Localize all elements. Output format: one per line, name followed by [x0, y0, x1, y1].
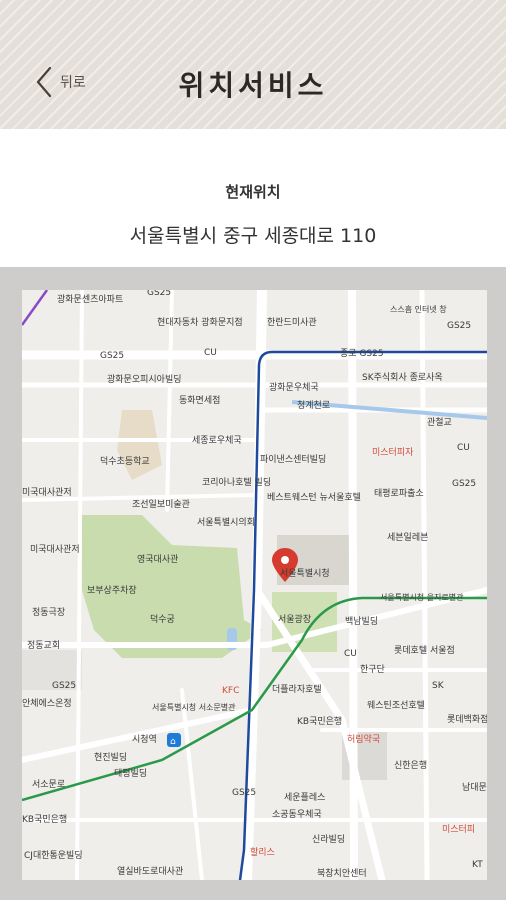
map-label: 광화문우체국: [269, 381, 319, 393]
map-label: GS25: [100, 351, 124, 361]
map-label: 미스터피자: [372, 447, 414, 458]
current-location-panel: 현재위치 서울특별시 중구 세종대로 110: [0, 129, 506, 267]
map-label: 미스터피: [442, 824, 475, 835]
map-label: CU: [204, 348, 217, 358]
map-label: 백남빌딩: [345, 616, 378, 627]
map-label: 덕수초등학교: [100, 456, 150, 467]
map-label: 광화문오피시아빌딩: [107, 373, 182, 385]
map-label: SK: [432, 681, 445, 691]
map-label: 광화문센츠아파트: [57, 293, 123, 305]
map-label: 태평빌딩: [114, 768, 147, 779]
map-label: 파이낸스센터빌딩: [260, 454, 326, 465]
map-label: 허림약국: [347, 733, 380, 745]
map-label: 롯데백화점: [447, 713, 487, 725]
map-label: 보부상주차장: [87, 584, 137, 596]
map-label: 정동극장: [32, 607, 65, 618]
map-label: 청계천로: [297, 399, 330, 411]
map-label: CU: [457, 443, 470, 453]
map-label: 북창치안센터: [317, 867, 367, 879]
map-label: 서울특별시청 을지로별관: [380, 592, 464, 602]
page-title: 위치서비스: [178, 69, 328, 102]
map-label: 할리스: [250, 847, 275, 858]
current-location-label: 현재위치: [225, 183, 281, 201]
map-label: 관철교: [427, 417, 452, 428]
map-label: 안체에스온정: [22, 698, 72, 709]
map-label: GS25: [232, 788, 256, 798]
map-label: 정동교회: [27, 640, 60, 651]
map-label: 더플라자호텔: [272, 683, 322, 695]
map-label: GS25: [147, 290, 171, 298]
map-label: 세운플레스: [284, 792, 325, 803]
map-label: 조선일보미술관: [132, 499, 190, 510]
map-label: 서울특별시의회: [197, 517, 255, 528]
map-label: 서울특별시청 서소문별관: [152, 702, 236, 712]
map-label: 종로 GS25: [340, 348, 384, 359]
map-label: 열실바도로대사관: [117, 866, 183, 877]
map-label: KB국민은행: [297, 715, 342, 727]
map-label: 한구단: [360, 664, 385, 675]
map-label: KFC: [222, 686, 239, 696]
map-label: 신한은행: [394, 759, 427, 771]
map-label: 세종로우체국: [192, 435, 242, 446]
map-label: 코리아나호텔 빌딩: [202, 476, 271, 488]
app-header: 뒤로 위치서비스: [0, 0, 506, 130]
map-label: 세븐일레븐: [387, 532, 428, 543]
subway-station-icon[interactable]: ⌂: [167, 733, 181, 747]
map-label: 소공동우체국: [272, 809, 322, 820]
map-label: KT: [472, 860, 483, 870]
svg-text:⌂: ⌂: [170, 737, 176, 747]
map-view[interactable]: ⌂ 광화문센츠아파트 현대자동차 광화문지점 한란드미사관 GS25 스스흠 인…: [22, 290, 487, 880]
map-label: 시청역: [132, 734, 157, 745]
current-location-address: 서울특별시 중구 세종대로 110: [129, 225, 377, 247]
map-label: 웨스틴조선호텔: [367, 699, 425, 711]
map-label: 서소문로: [32, 779, 65, 790]
map-label: CU: [344, 649, 357, 659]
map-label: 현진빌딩: [94, 752, 127, 763]
map-label: 한란드미사관: [267, 316, 317, 328]
map-label: 스스흠 인터넷 창: [390, 304, 447, 314]
map-label: KB국민은행: [22, 813, 67, 825]
map-canvas[interactable]: ⌂ 광화문센츠아파트 현대자동차 광화문지점 한란드미사관 GS25 스스흠 인…: [22, 290, 487, 880]
map-label: SK주식회사 종로사옥: [362, 372, 443, 383]
map-label: 서울광장: [278, 613, 311, 625]
map-label: GS25: [52, 681, 76, 691]
map-label: 롯데호텔 서울점: [394, 644, 455, 656]
map-label: 베스트웨스턴 뉴서울호텔: [267, 491, 361, 503]
map-label: 서울특별시청: [280, 568, 330, 579]
map-label: 미국대사관저: [22, 487, 72, 498]
map-label: 신라빌딩: [312, 834, 345, 845]
map-label: 동화면세점: [179, 394, 220, 406]
map-label: 남대문로: [462, 782, 487, 793]
map-label: 현대자동차 광화문지점: [157, 316, 243, 328]
map-label: 미국대사관저: [30, 544, 80, 555]
map-label: CJ대한통운빌딩: [24, 850, 83, 861]
map-label: GS25: [452, 479, 476, 489]
map-label: 영국대사관: [137, 554, 178, 565]
map-label: GS25: [447, 321, 471, 331]
map-label: 태평로파출소: [374, 488, 424, 499]
map-label: 덕수궁: [150, 614, 175, 625]
